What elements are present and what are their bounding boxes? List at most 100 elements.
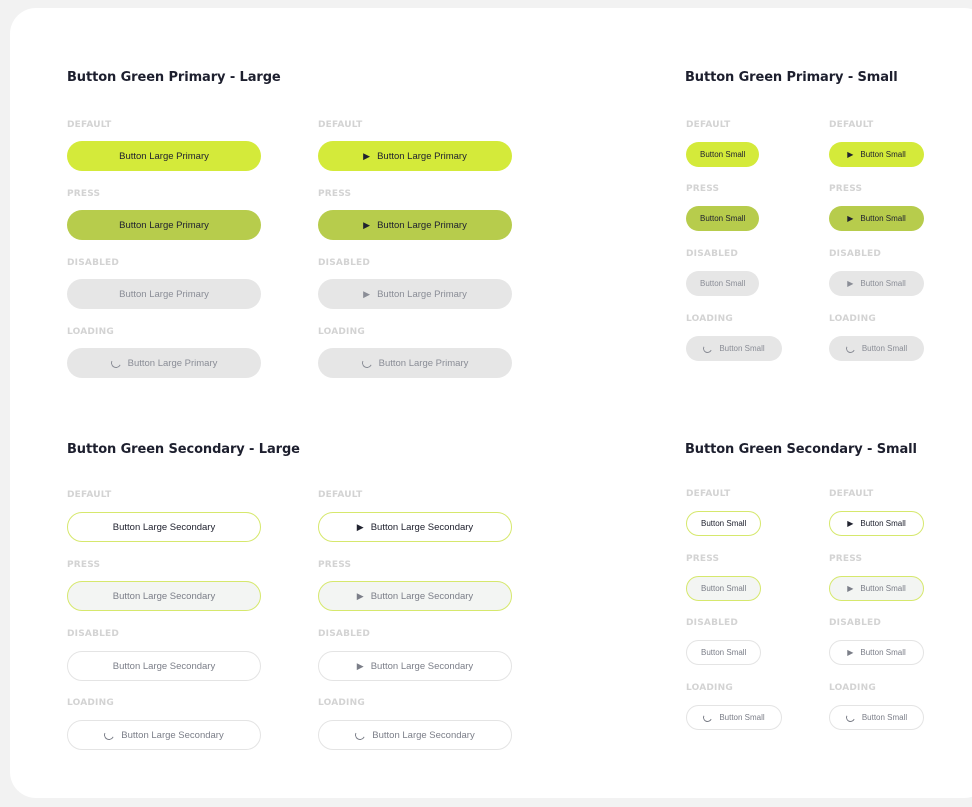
button-label: Button Small [860, 648, 906, 657]
button-label: Button Small [700, 214, 746, 223]
play-icon: ▶ [363, 150, 371, 161]
button-label: Button Large Secondary [121, 729, 224, 741]
secondary-small-loading-icon-button[interactable]: Button Small [829, 705, 924, 730]
secondary-small-press-icon-button[interactable]: ▶ Button Small [829, 576, 924, 601]
button-label: Button Large Primary [127, 357, 218, 369]
button-label: Button Large Primary [377, 288, 467, 300]
loading-spinner-icon [844, 711, 857, 724]
state-label-press: PRESS [318, 560, 352, 570]
button-label: Button Large Primary [377, 219, 467, 231]
state-label-disabled: DISABLED [829, 249, 882, 259]
loading-spinner-icon [109, 356, 123, 370]
button-label: Button Small [719, 344, 765, 353]
primary-large-default-button[interactable]: Button Large Primary [67, 141, 261, 171]
button-label: Button Small [860, 150, 906, 159]
section-title-primary-small: Button Green Primary - Small [685, 70, 898, 85]
button-label: Button Large Primary [119, 150, 209, 162]
secondary-large-disabled-icon-button[interactable]: ▶ Button Large Secondary [318, 651, 512, 681]
primary-large-loading-icon-button[interactable]: Button Large Primary [318, 348, 512, 378]
play-icon: ▶ [847, 518, 854, 528]
button-label: Button Small [861, 713, 908, 722]
secondary-large-disabled-button[interactable]: Button Large Secondary [67, 651, 261, 681]
state-label-disabled: DISABLED [67, 258, 120, 268]
loading-spinner-icon [360, 356, 374, 370]
secondary-small-disabled-icon-button[interactable]: ▶ Button Small [829, 640, 924, 665]
play-icon: ▶ [363, 288, 371, 299]
primary-small-default-button[interactable]: Button Small [686, 142, 760, 167]
primary-small-default-icon-button[interactable]: ▶ Button Small [829, 142, 924, 167]
primary-small-loading-button[interactable]: Button Small [686, 336, 782, 361]
state-label-disabled: DISABLED [67, 629, 120, 639]
play-icon: ▶ [356, 660, 364, 671]
state-label-loading: LOADING [67, 698, 114, 708]
secondary-large-default-icon-button[interactable]: ▶ Button Large Secondary [318, 512, 512, 542]
state-label-loading: LOADING [318, 698, 365, 708]
secondary-large-press-button[interactable]: Button Large Secondary [67, 581, 261, 611]
button-label: Button Large Secondary [112, 660, 216, 672]
button-label: Button Large Secondary [370, 521, 474, 533]
secondary-large-loading-icon-button[interactable]: Button Large Secondary [318, 720, 512, 750]
primary-large-default-icon-button[interactable]: ▶ Button Large Primary [318, 141, 512, 171]
state-label-disabled: DISABLED [829, 618, 882, 628]
secondary-small-press-button[interactable]: Button Small [686, 576, 762, 601]
state-label-disabled: DISABLED [318, 258, 371, 268]
primary-small-press-button[interactable]: Button Small [686, 206, 760, 231]
state-label-default: DEFAULT [67, 120, 112, 130]
button-label: Button Large Primary [378, 357, 469, 369]
primary-small-disabled-icon-button[interactable]: ▶ Button Small [829, 271, 924, 296]
play-icon: ▶ [847, 213, 854, 223]
button-label: Button Small [860, 279, 906, 288]
play-icon: ▶ [847, 149, 854, 159]
state-label-loading: LOADING [318, 327, 365, 337]
loading-spinner-icon [702, 342, 714, 355]
secondary-small-loading-button[interactable]: Button Small [686, 705, 782, 730]
button-label: Button Large Primary [119, 219, 209, 231]
state-label-disabled: DISABLED [686, 249, 739, 259]
state-label-press: PRESS [829, 184, 863, 194]
primary-small-press-icon-button[interactable]: ▶ Button Small [829, 206, 924, 231]
secondary-large-press-icon-button[interactable]: ▶ Button Large Secondary [318, 581, 512, 611]
button-label: Button Small [701, 519, 747, 528]
button-label: Button Small [719, 713, 765, 722]
primary-large-press-button[interactable]: Button Large Primary [67, 210, 261, 240]
button-label: Button Large Primary [119, 288, 209, 300]
primary-large-press-icon-button[interactable]: ▶ Button Large Primary [318, 210, 512, 240]
secondary-large-default-button[interactable]: Button Large Secondary [67, 512, 261, 542]
state-label-loading: LOADING [829, 683, 876, 693]
section-title-primary-large: Button Green Primary - Large [67, 70, 281, 85]
primary-large-loading-button[interactable]: Button Large Primary [67, 348, 261, 378]
state-label-loading: LOADING [829, 314, 876, 324]
button-label: Button Large Secondary [112, 521, 216, 533]
button-label: Button Small [860, 214, 906, 223]
button-label: Button Small [861, 344, 908, 353]
primary-small-loading-icon-button[interactable]: Button Small [829, 336, 924, 361]
button-label: Button Small [701, 648, 747, 657]
state-label-default: DEFAULT [829, 489, 874, 499]
loading-spinner-icon [844, 342, 857, 355]
state-label-loading: LOADING [67, 327, 114, 337]
secondary-small-disabled-button[interactable]: Button Small [686, 640, 762, 665]
section-title-secondary-large: Button Green Secondary - Large [67, 442, 300, 457]
state-label-default: DEFAULT [67, 490, 112, 500]
play-icon: ▶ [356, 521, 364, 532]
button-label: Button Small [701, 584, 747, 593]
state-label-press: PRESS [829, 554, 863, 564]
primary-large-disabled-icon-button[interactable]: ▶ Button Large Primary [318, 279, 512, 309]
play-icon: ▶ [356, 590, 364, 601]
primary-large-disabled-button[interactable]: Button Large Primary [67, 279, 261, 309]
secondary-small-default-button[interactable]: Button Small [686, 511, 762, 536]
secondary-small-default-icon-button[interactable]: ▶ Button Small [829, 511, 924, 536]
button-label: Button Large Secondary [370, 590, 474, 602]
secondary-large-loading-button[interactable]: Button Large Secondary [67, 720, 261, 750]
play-icon: ▶ [847, 583, 854, 593]
state-label-press: PRESS [318, 189, 352, 199]
button-label: Button Large Secondary [372, 729, 475, 741]
state-label-default: DEFAULT [686, 489, 731, 499]
button-label: Button Small [700, 279, 746, 288]
state-label-disabled: DISABLED [318, 629, 371, 639]
primary-small-disabled-button[interactable]: Button Small [686, 271, 760, 296]
button-label: Button Small [860, 519, 906, 528]
state-label-press: PRESS [686, 554, 720, 564]
button-label: Button Small [860, 584, 906, 593]
loading-spinner-icon [102, 728, 116, 742]
